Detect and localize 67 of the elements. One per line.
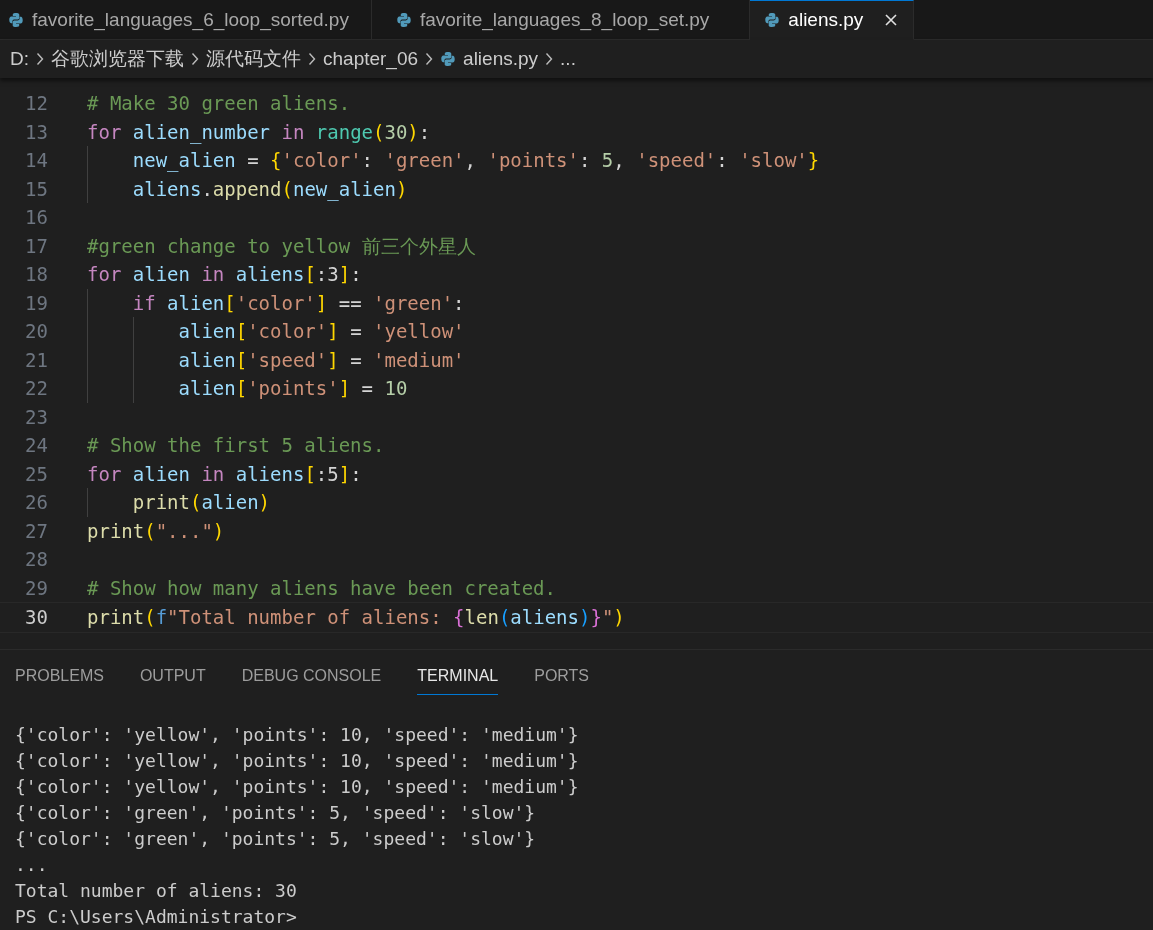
panel-tab[interactable]: PROBLEMS <box>15 664 104 695</box>
code-line: if alien['color'] == 'green': <box>131 291 465 314</box>
terminal-line: {'color': 'green', 'points': 5, 'speed': 'slow'} <box>15 801 537 825</box>
code-line: print(alien) <box>131 491 271 513</box>
code-line: # Make 30 green aliens. <box>87 92 351 114</box>
code-line: aliens.append(new_alien) <box>131 177 408 200</box>
breadcrumb-item[interactable]: 源代码文件 <box>206 46 301 72</box>
chevron-right-icon <box>308 52 316 66</box>
line-number: 20 <box>24 319 48 344</box>
code-line: print("...") <box>87 519 225 542</box>
line-number: 17 <box>24 233 48 259</box>
panel-tab[interactable]: DEBUG CONSOLE <box>241 664 382 695</box>
breadcrumb-item[interactable]: chapter_06 <box>323 48 419 70</box>
line-number: 19 <box>24 290 48 316</box>
breadcrumb-item[interactable]: aliens.py <box>463 48 539 70</box>
line-number: 14 <box>24 148 48 173</box>
breadcrumb-item[interactable]: D: <box>10 48 29 70</box>
editor-tab[interactable]: aliens.py <box>750 0 915 40</box>
line-number: 21 <box>24 347 48 373</box>
code-line: # Show the first 5 aliens. <box>87 434 385 456</box>
code-line: #green change to yellow 前三个外星人 <box>87 234 476 257</box>
python-file-icon <box>395 11 412 28</box>
panel-tab[interactable]: PORTS <box>534 664 590 695</box>
line-number: 13 <box>24 119 48 145</box>
code-line: alien['speed'] = 'medium' <box>177 348 465 371</box>
line-number: 22 <box>24 376 48 401</box>
terminal-line: {'color': 'yellow', 'points': 10, 'speed': 'medium'} <box>15 775 580 799</box>
line-number: 25 <box>24 461 48 487</box>
panel-tab[interactable]: OUTPUT <box>139 664 206 695</box>
code-line: alien['color'] = 'yellow' <box>177 320 465 342</box>
code-line: print(f"Total number of aliens: {len(aliens)}") <box>87 606 625 628</box>
editor-tab[interactable]: favorite_languages_8_loop_set.py <box>371 0 751 40</box>
chevron-right-icon <box>545 52 554 66</box>
line-number: 24 <box>24 433 48 458</box>
code-line: for alien_number in range(30): <box>87 120 431 143</box>
terminal-line: Total number of aliens: 30 <box>15 879 298 903</box>
close-icon[interactable] <box>883 12 900 28</box>
code-line: for alien in aliens[:3]: <box>87 263 362 285</box>
python-file-icon <box>764 12 781 28</box>
line-number: 26 <box>24 490 48 515</box>
terminal-line: PS C:\Users\Administrator> <box>15 905 298 929</box>
chevron-right-icon <box>191 52 199 66</box>
breadcrumb-item[interactable]: 谷歌浏览器下载 <box>51 46 184 72</box>
line-number: 28 <box>24 547 48 572</box>
breadcrumb-item[interactable]: ... <box>560 48 576 70</box>
code-line: for alien in aliens[:5]: <box>87 462 362 485</box>
terminal-line: ... <box>15 853 49 877</box>
editor-tab[interactable]: favorite_languages_6_loop_sorted.py <box>0 0 372 40</box>
line-number: 12 <box>24 91 48 116</box>
code-line: alien['points'] = 10 <box>177 377 408 399</box>
line-number: 18 <box>24 262 48 287</box>
line-number: 23 <box>24 404 48 430</box>
terminal-line: {'color': 'yellow', 'points': 10, 'speed': 'medium'} <box>15 749 580 773</box>
panel-tab[interactable]: TERMINAL <box>417 664 499 695</box>
code-line: new_alien = {'color': 'green', 'points': 5, 'speed': 'slow'} <box>131 149 820 171</box>
code-line: # Show how many aliens have been created. <box>87 576 556 599</box>
terminal-line: {'color': 'yellow', 'points': 10, 'speed': 'medium'} <box>15 723 580 747</box>
line-number: 30 <box>24 605 48 630</box>
line-number: 15 <box>24 176 48 202</box>
python-file-icon <box>440 51 457 67</box>
line-number: 29 <box>24 575 48 601</box>
line-number: 27 <box>24 518 48 544</box>
chevron-right-icon <box>36 52 44 66</box>
python-file-icon <box>8 11 24 28</box>
terminal-line: {'color': 'green', 'points': 5, 'speed': 'slow'} <box>15 827 537 851</box>
line-number: 16 <box>24 205 48 230</box>
chevron-right-icon <box>425 52 434 66</box>
